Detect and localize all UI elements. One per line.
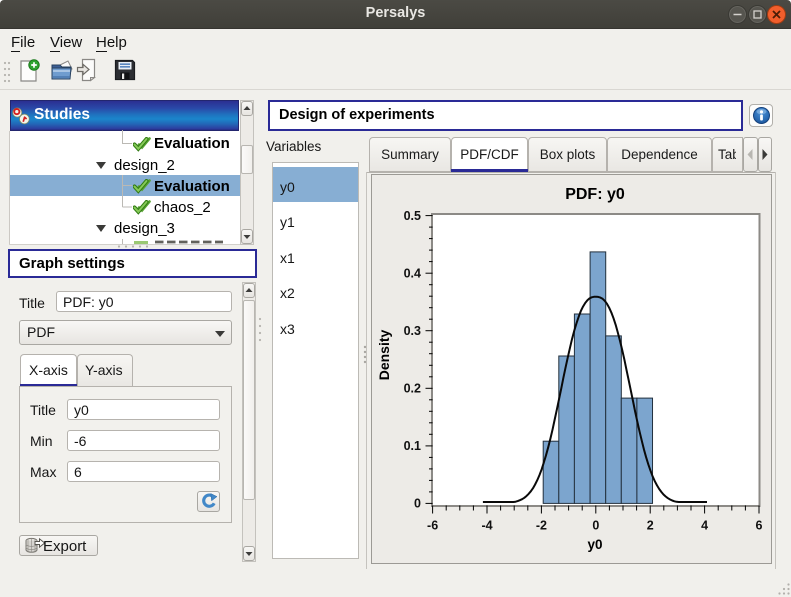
svg-text:2: 2 (647, 519, 654, 533)
svg-text:-6: -6 (427, 519, 438, 533)
svg-text:4: 4 (701, 519, 708, 533)
svg-text:Density: Density (376, 330, 392, 381)
svg-text:0: 0 (414, 497, 421, 511)
svg-text:0.4: 0.4 (404, 267, 421, 281)
svg-text:0: 0 (592, 519, 599, 533)
svg-text:0.2: 0.2 (404, 382, 421, 396)
svg-text:0.1: 0.1 (404, 439, 421, 453)
svg-text:6: 6 (756, 519, 763, 533)
svg-text:PDF: y0: PDF: y0 (565, 186, 625, 203)
svg-text:0.5: 0.5 (404, 209, 421, 223)
svg-text:y0: y0 (587, 537, 602, 552)
svg-text:-2: -2 (536, 519, 547, 533)
svg-text:-4: -4 (481, 519, 492, 533)
svg-text:0.3: 0.3 (404, 324, 421, 338)
